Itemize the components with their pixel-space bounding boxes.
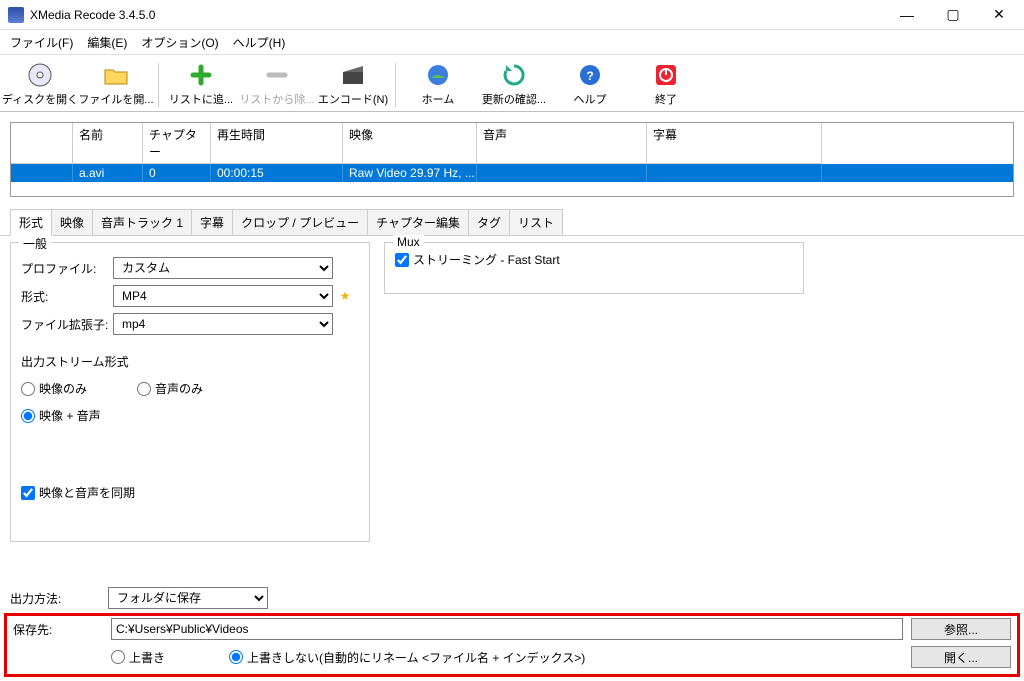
- ext-label: ファイル拡張子:: [21, 316, 113, 333]
- td-name: a.avi: [73, 164, 143, 182]
- format-panel: 一般 プロファイル: カスタム 形式: MP4 ★ ファイル拡張子: mp4 出…: [0, 236, 1024, 552]
- help-button[interactable]: ? ヘルプ: [552, 57, 628, 107]
- tab-subtitle[interactable]: 字幕: [191, 209, 233, 235]
- general-legend: 一般: [19, 235, 51, 252]
- encode-button[interactable]: エンコード(N): [315, 57, 391, 107]
- audio-only-radio[interactable]: 音声のみ: [137, 380, 203, 397]
- dest-label: 保存先:: [13, 621, 103, 638]
- ext-select[interactable]: mp4: [113, 313, 333, 335]
- separator: [395, 63, 396, 107]
- mux-legend: Mux: [393, 235, 424, 249]
- tab-list[interactable]: リスト: [509, 209, 563, 235]
- toolbar: ディスクを開く ファイルを開... リストに追... リストから除... エンコ…: [0, 54, 1024, 112]
- file-table[interactable]: 名前 チャプター 再生時間 映像 音声 字幕 a.avi 0 00:00:15 …: [10, 122, 1014, 197]
- clapper-icon: [339, 61, 367, 89]
- titlebar: XMedia Recode 3.4.5.0 — ▢ ✕: [0, 0, 1024, 30]
- power-icon: [652, 61, 680, 89]
- th-playtime[interactable]: 再生時間: [211, 123, 343, 164]
- refresh-icon: [500, 61, 528, 89]
- help-icon: ?: [576, 61, 604, 89]
- highlighted-area: 保存先: 参照... 上書き 上書きしない(自動的にリネーム <ファイル名 + …: [4, 613, 1020, 677]
- td-audio: [477, 164, 647, 182]
- plus-icon: [187, 61, 215, 89]
- folder-open-icon: [102, 61, 130, 89]
- check-update-button[interactable]: 更新の確認...: [476, 57, 552, 107]
- tab-chapter[interactable]: チャプター編集: [367, 209, 469, 235]
- menubar: ファイル(F) 編集(E) オプション(O) ヘルプ(H): [0, 30, 1024, 54]
- open-button[interactable]: 開く...: [911, 646, 1011, 668]
- quit-button[interactable]: 終了: [628, 57, 704, 107]
- format-select[interactable]: MP4: [113, 285, 333, 307]
- star-icon[interactable]: ★: [335, 286, 355, 306]
- window-title: XMedia Recode 3.4.5.0: [30, 8, 884, 22]
- minus-icon: [263, 61, 291, 89]
- output-method-label: 出力方法:: [10, 590, 100, 607]
- tab-bar: 形式 映像 音声トラック 1 字幕 クロップ / プレビュー チャプター編集 タ…: [0, 201, 1024, 236]
- svg-text:?: ?: [586, 69, 593, 83]
- tab-audio-track[interactable]: 音声トラック 1: [92, 209, 192, 235]
- format-label: 形式:: [21, 288, 113, 305]
- td-video: Raw Video 29.97 Hz, ...: [343, 164, 477, 182]
- th-chapter[interactable]: チャプター: [143, 123, 211, 164]
- remove-list-button: リストから除...: [239, 57, 315, 107]
- globe-icon: [424, 61, 452, 89]
- video-audio-radio[interactable]: 映像 + 音声: [21, 407, 359, 424]
- profile-select[interactable]: カスタム: [113, 257, 333, 279]
- streaming-check[interactable]: ストリーミング - Fast Start: [395, 251, 793, 268]
- tab-format[interactable]: 形式: [10, 209, 52, 236]
- output-method-select[interactable]: フォルダに保存: [108, 587, 268, 609]
- dest-path-input[interactable]: [111, 618, 903, 640]
- sync-check[interactable]: 映像と音声を同期: [21, 484, 359, 501]
- disc-icon: [26, 61, 54, 89]
- file-table-area: 名前 チャプター 再生時間 映像 音声 字幕 a.avi 0 00:00:15 …: [0, 112, 1024, 201]
- td-blank: [11, 164, 73, 182]
- menu-file[interactable]: ファイル(F): [4, 32, 79, 53]
- general-fieldset: 一般 プロファイル: カスタム 形式: MP4 ★ ファイル拡張子: mp4 出…: [10, 242, 370, 542]
- add-list-button[interactable]: リストに追...: [163, 57, 239, 107]
- open-disc-button[interactable]: ディスクを開く: [2, 57, 78, 107]
- th-name[interactable]: 名前: [73, 123, 143, 164]
- mux-fieldset: Mux ストリーミング - Fast Start: [384, 242, 804, 294]
- th-subtitle[interactable]: 字幕: [647, 123, 822, 164]
- menu-options[interactable]: オプション(O): [135, 32, 224, 53]
- profile-label: プロファイル:: [21, 260, 113, 277]
- table-row[interactable]: a.avi 0 00:00:15 Raw Video 29.97 Hz, ...: [11, 164, 1013, 182]
- video-only-radio[interactable]: 映像のみ: [21, 380, 87, 397]
- stream-legend: 出力ストリーム形式: [21, 353, 359, 370]
- app-icon: [8, 7, 24, 23]
- overwrite-radio[interactable]: 上書き: [111, 649, 221, 666]
- menu-help[interactable]: ヘルプ(H): [227, 32, 292, 53]
- td-chapter: 0: [143, 164, 211, 182]
- separator: [158, 63, 159, 107]
- th-audio[interactable]: 音声: [477, 123, 647, 164]
- open-file-button[interactable]: ファイルを開...: [78, 57, 154, 107]
- tab-tag[interactable]: タグ: [468, 209, 510, 235]
- table-header: 名前 チャプター 再生時間 映像 音声 字幕: [11, 123, 1013, 164]
- no-overwrite-radio[interactable]: 上書きしない(自動的にリネーム <ファイル名 + インデックス>): [229, 649, 903, 666]
- maximize-button[interactable]: ▢: [930, 0, 976, 30]
- td-subtitle: [647, 164, 822, 182]
- tab-crop[interactable]: クロップ / プレビュー: [232, 209, 368, 235]
- browse-button[interactable]: 参照...: [911, 618, 1011, 640]
- th-video[interactable]: 映像: [343, 123, 477, 164]
- th-blank[interactable]: [11, 123, 73, 164]
- td-playtime: 00:00:15: [211, 164, 343, 182]
- close-button[interactable]: ✕: [976, 0, 1022, 30]
- home-button[interactable]: ホーム: [400, 57, 476, 107]
- output-area: 出力方法: フォルダに保存 保存先: 参照... 上書き 上書きしない(自動的に…: [0, 583, 1024, 681]
- menu-edit[interactable]: 編集(E): [81, 32, 133, 53]
- tab-video[interactable]: 映像: [51, 209, 93, 235]
- minimize-button[interactable]: —: [884, 0, 930, 30]
